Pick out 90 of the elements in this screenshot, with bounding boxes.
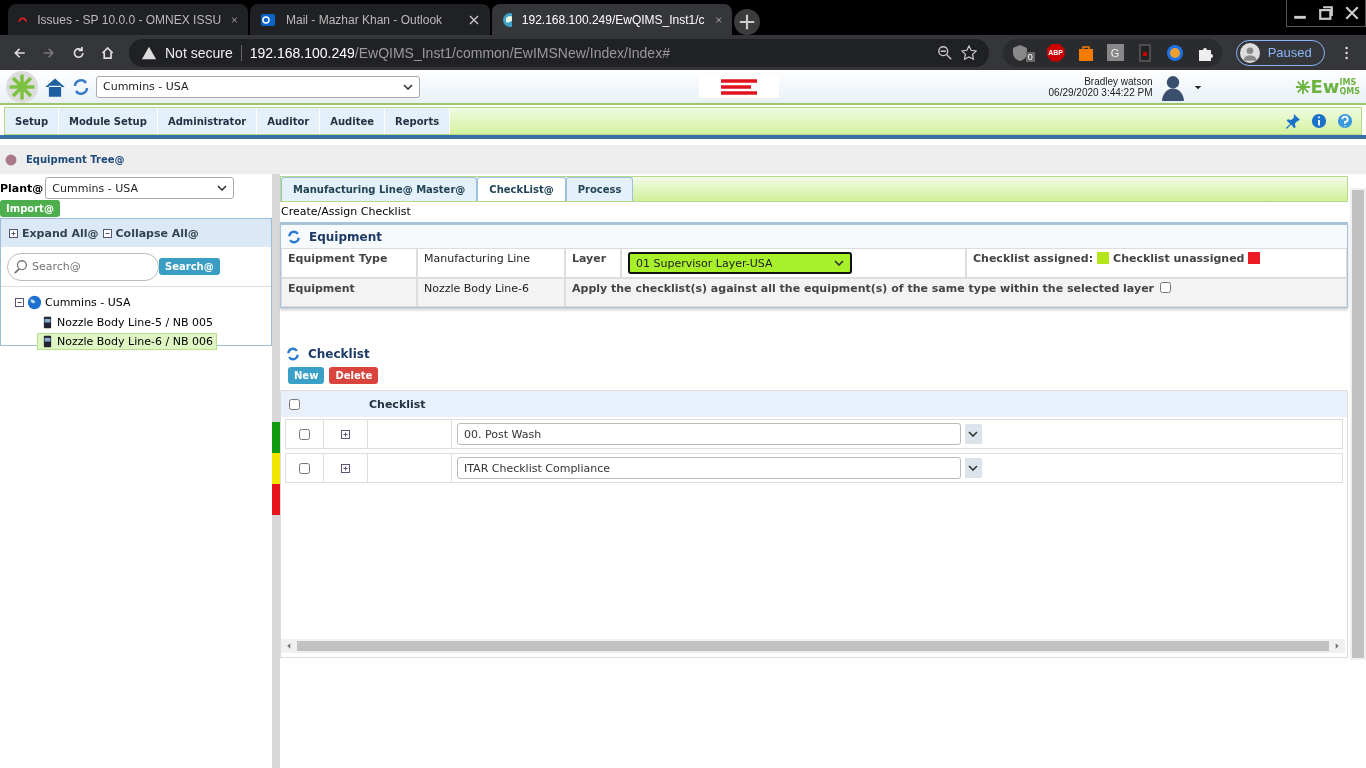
menu-item[interactable]: Setup: [5, 108, 60, 134]
dropdown-caret-icon: [834, 260, 844, 266]
section-title: Checklist: [308, 346, 370, 361]
select-all-checkbox[interactable]: [289, 398, 300, 410]
subtitle: Create/Assign Checklist: [280, 204, 412, 220]
dropdown-button[interactable]: [964, 458, 982, 478]
globe-icon: [502, 11, 512, 28]
delete-button[interactable]: Delete: [329, 367, 379, 384]
expand-icon[interactable]: [341, 429, 350, 439]
panel-title: Equipment: [309, 229, 382, 244]
scroll-right-icon: [1333, 642, 1341, 650]
field-value: Manufacturing Line: [424, 252, 531, 265]
tree-node[interactable]: Cummins - USA: [45, 296, 131, 309]
menu-item[interactable]: Auditee: [320, 108, 385, 134]
menu-item[interactable]: Auditor: [257, 108, 321, 134]
search-icon: [13, 258, 29, 275]
avatar-icon: [1239, 42, 1260, 63]
field-value: Nozzle Body Line-6: [424, 282, 529, 295]
row-checkbox[interactable]: [299, 428, 310, 440]
dropdown-caret-icon: [217, 185, 228, 191]
mail-icon: [260, 11, 276, 28]
collapse-all-link[interactable]: Collapse All@: [115, 226, 199, 240]
security-label: Not secure: [165, 44, 242, 61]
date-time: 06/29/2020 3:44:22 PM: [1048, 86, 1153, 98]
tab[interactable]: CheckList@: [477, 177, 566, 201]
menu-item[interactable]: Reports: [385, 108, 451, 134]
tree-node[interactable]: Nozzle Body Line-6 / NB 006: [37, 333, 217, 350]
collapse-icon: [102, 228, 112, 238]
scrollbar-thumb[interactable]: [297, 641, 1329, 651]
url-text: 192.168.100.249/EwQIMS_Inst1/common/EwIMSNew/Index/Index#: [249, 44, 671, 61]
plant-select[interactable]: Cummins - USA: [45, 177, 235, 199]
breadcrumb-text: Equipment Tree@: [26, 154, 125, 165]
expand-icon: [9, 228, 18, 238]
logo-icon: [1294, 78, 1311, 95]
dropdown-button[interactable]: [964, 424, 982, 444]
logo-text: QMS: [1339, 86, 1360, 96]
dropdown-caret-icon: [968, 465, 979, 471]
tree-node[interactable]: Nozzle Body Line-5 / NB 005: [37, 314, 217, 331]
refresh-icon[interactable]: [72, 77, 90, 96]
field-label: Equipment: [288, 282, 355, 295]
checklist-field[interactable]: 00. Post Wash: [457, 423, 961, 445]
collapse-icon[interactable]: [15, 298, 24, 307]
pin-icon[interactable]: [1285, 113, 1301, 129]
legend-label: Checklist unassigned: [1113, 252, 1245, 265]
column-header: Checklist: [369, 397, 427, 411]
user-name: Bradley watson: [1083, 75, 1153, 87]
expand-icon[interactable]: [341, 463, 350, 473]
module-icon: [4, 152, 18, 167]
apply-checkbox[interactable]: [1160, 282, 1171, 293]
dropdown-caret-icon: [968, 431, 979, 437]
count-badge: 0: [1025, 51, 1035, 62]
globe-icon: [27, 295, 42, 310]
expand-all-link[interactable]: Expand All@: [22, 226, 99, 240]
info-icon[interactable]: [1311, 113, 1327, 129]
bag-icon[interactable]: [1076, 43, 1095, 62]
zoom-out-icon: [936, 44, 953, 61]
close-icon[interactable]: [468, 13, 480, 26]
legend-label: Checklist assigned:: [973, 252, 1094, 265]
checklist-field[interactable]: ITAR Checklist Compliance: [457, 457, 961, 479]
browser-tab[interactable]: Issues - SP 10.0.0 - OMNEX ISSU: [8, 4, 248, 35]
tab[interactable]: Manufacturing Line@ Master@: [281, 177, 478, 201]
horizontal-scrollbar[interactable]: [281, 639, 1345, 653]
device-icon: [41, 316, 54, 329]
browser-tab[interactable]: 192.168.100.249/EwQIMS_Inst1/c: [492, 4, 732, 35]
refresh-icon: [287, 229, 301, 244]
tab[interactable]: Process: [565, 177, 634, 201]
refresh-icon: [286, 346, 300, 361]
apply-label: Apply the checklist(s) against all the equipment(s) of the same type within the selected layer: [572, 282, 1154, 295]
row-checkbox[interactable]: [299, 462, 310, 474]
logo-text: Ew: [1310, 76, 1340, 97]
plant-label: Plant@: [0, 181, 44, 195]
scroll-left-icon: [285, 642, 293, 650]
dropdown-caret-icon: [403, 83, 413, 90]
arc-icon: [18, 14, 28, 25]
help-icon[interactable]: [1337, 113, 1353, 129]
device-icon: [41, 335, 54, 348]
logo-icon: [6, 70, 38, 103]
logo-text: IMS: [1339, 77, 1358, 87]
field-label: Layer: [572, 252, 607, 265]
layer-select[interactable]: 01 Supervisor Layer-USA: [628, 252, 852, 274]
new-tab-icon[interactable]: [734, 9, 760, 35]
site-select[interactable]: Cummins - USA: [96, 75, 420, 98]
shield-icon[interactable]: [1010, 43, 1029, 62]
field-label: Equipment Type: [288, 252, 388, 265]
browser-tab[interactable]: Mail - Mazhar Khan - Outlook: [250, 4, 490, 35]
menu-item[interactable]: Module Setup: [59, 108, 158, 134]
search-field[interactable]: Search@: [7, 252, 159, 281]
address-bar[interactable]: Not secure 192.168.100.249/EwQIMS_Inst1/common/EwIMSNew/Index/Index#: [129, 38, 989, 67]
menu-item[interactable]: Administrator: [157, 108, 258, 134]
star-icon[interactable]: [960, 44, 977, 61]
